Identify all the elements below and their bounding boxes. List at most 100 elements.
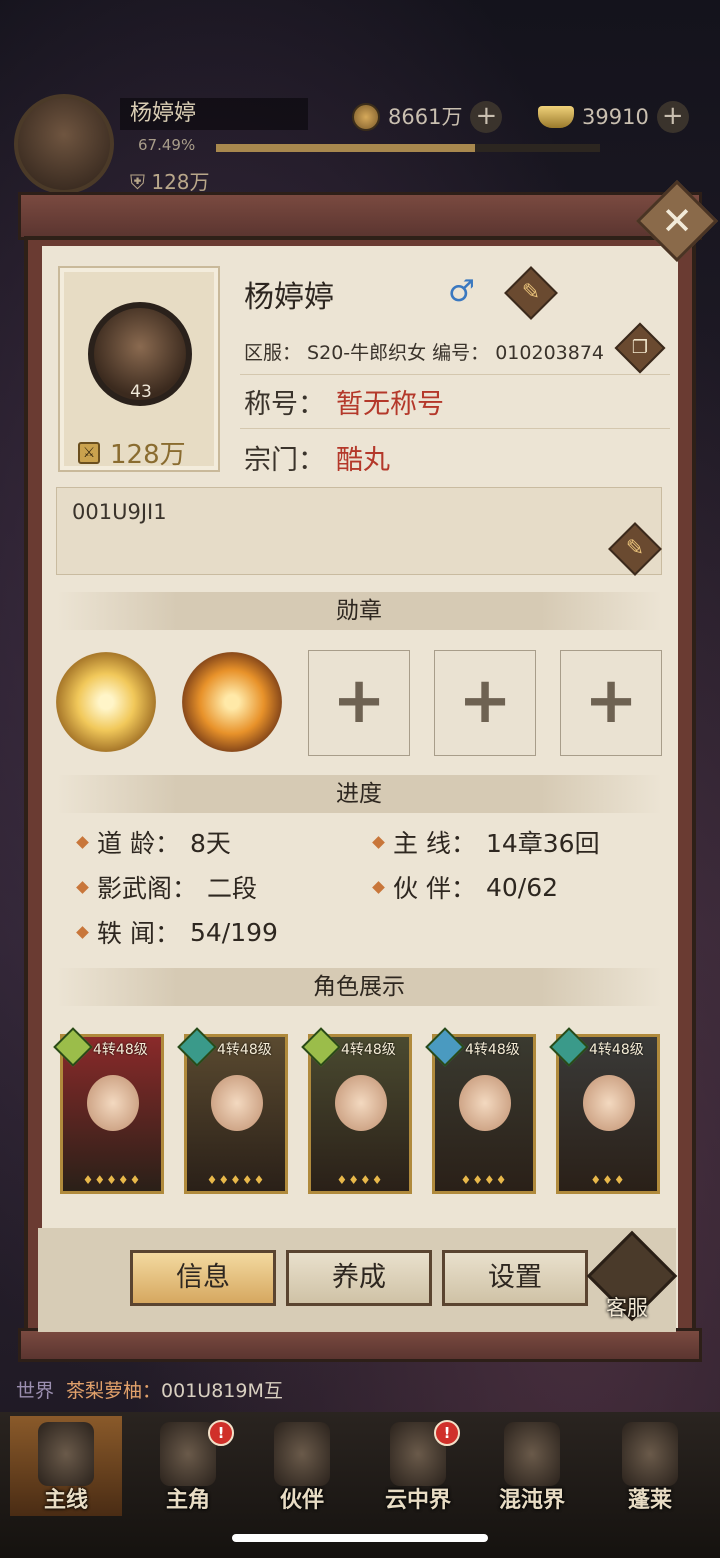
character-portrait — [211, 1075, 263, 1131]
progress-label: 主 线： — [393, 829, 476, 858]
nav-label: 混沌界 — [498, 1488, 565, 1513]
notification-badge: ! — [434, 1420, 460, 1446]
panel-top-frame — [18, 192, 702, 240]
top-hud: 杨婷婷 67.49% ⛨ 128万 8661万 + 39910 + — [0, 90, 720, 200]
character-stars: ♦♦♦♦ — [460, 1173, 508, 1187]
coin-value: 8661万 — [388, 105, 463, 129]
hud-power: ⛨ 128万 — [130, 166, 210, 195]
element-icon — [53, 1027, 93, 1067]
diamond-bullet-icon — [372, 880, 385, 894]
nav-penglai[interactable]: 蓬莱 — [594, 1416, 706, 1516]
coin-icon — [352, 103, 380, 131]
diamond-bullet-icon — [372, 835, 385, 849]
add-ingot-button[interactable]: + — [656, 101, 689, 133]
nav-hero[interactable]: 主角! — [132, 1416, 244, 1516]
medal-2[interactable] — [182, 652, 282, 752]
portrait-power: ⚔ 128万 — [78, 434, 186, 471]
hud-exp-percent: 67.49% — [138, 136, 196, 154]
character-portrait — [335, 1075, 387, 1131]
tab-develop[interactable]: 养成 — [286, 1250, 432, 1306]
notification-badge: ! — [208, 1420, 234, 1446]
tab-settings[interactable]: 设置 — [442, 1250, 588, 1306]
nav-label: 蓬莱 — [627, 1488, 672, 1513]
divider — [240, 428, 670, 429]
nav-partners[interactable]: 伙伴 — [246, 1416, 358, 1516]
sect-value[interactable]: 酷丸 — [336, 438, 390, 477]
character-level: 4转48级 — [217, 1042, 272, 1058]
medal-1[interactable] — [56, 652, 156, 752]
chat-channel-tag: 世界 — [16, 1380, 55, 1402]
power-shield-icon: ⚔ — [78, 441, 100, 464]
sect-label: 宗门： — [244, 445, 325, 476]
progress-label: 伙 伴： — [393, 874, 476, 903]
title-value[interactable]: 暂无称号 — [336, 382, 444, 421]
character-card[interactable]: 4转48级 ♦♦♦ — [549, 1027, 660, 1194]
character-card[interactable]: 4转48级 ♦♦♦♦♦ — [177, 1027, 288, 1194]
portrait-card[interactable]: 43 ⚔ 128万 — [58, 266, 220, 472]
portrait-level: 43 — [130, 382, 152, 402]
ingot-value: 39910 — [582, 105, 649, 129]
helmet-icon — [504, 1422, 560, 1486]
progress-label: 道 龄： — [97, 829, 180, 858]
character-card[interactable]: 4转48级 ♦♦♦♦ — [425, 1027, 536, 1194]
progress-value: 8天 — [189, 829, 231, 858]
plus-icon: + — [332, 664, 386, 738]
panel-bottom-frame — [18, 1328, 702, 1362]
player-avatar[interactable] — [14, 94, 114, 194]
hud-exp-fill — [216, 144, 476, 152]
partner-icon — [274, 1422, 330, 1486]
plus-icon: + — [458, 664, 512, 738]
progress-label: 轶 闻： — [97, 919, 180, 948]
signature-text: 001U9JI1 — [72, 500, 167, 524]
character-portrait — [459, 1075, 511, 1131]
character-card[interactable]: 4转48级 ♦♦♦♦♦ — [53, 1027, 164, 1194]
hud-exp-bar — [216, 144, 600, 152]
chat-message: 001U819M互 — [161, 1380, 283, 1402]
character-level: 4转48级 — [93, 1042, 148, 1058]
character-stars: ♦♦♦♦♦ — [206, 1173, 266, 1187]
crossed-swords-icon — [38, 1422, 94, 1486]
hud-player-name: 杨婷婷 — [120, 98, 308, 130]
nav-chaos-realm[interactable]: 混沌界 — [476, 1416, 588, 1516]
character-level: 4转48级 — [341, 1042, 396, 1058]
element-icon — [301, 1027, 341, 1067]
nav-label: 伙伴 — [279, 1488, 324, 1513]
progress-item: 道 龄： 8天 — [76, 824, 231, 860]
diamond-bullet-icon — [76, 835, 89, 849]
character-portrait — [87, 1075, 139, 1131]
close-icon: ✕ — [661, 199, 693, 243]
showcase-header: 角色展示 — [56, 968, 662, 1006]
ingot-icon — [538, 106, 574, 128]
nav-main-quest[interactable]: 主线 — [10, 1416, 122, 1516]
customer-service-label[interactable]: 客服 — [606, 1292, 648, 1322]
character-stars: ♦♦♦♦♦ — [82, 1173, 142, 1187]
immortal-icon — [622, 1422, 678, 1486]
tab-info[interactable]: 信息 — [130, 1250, 276, 1306]
nav-label: 主角 — [165, 1488, 210, 1513]
chat-sender: 茶梨萝柚： — [66, 1380, 162, 1402]
medal-slot-empty[interactable]: + — [308, 650, 410, 756]
progress-item: 轶 闻： 54/199 — [76, 914, 278, 950]
title-label: 称号： — [244, 389, 325, 420]
character-card[interactable]: 4转48级 ♦♦♦♦ — [301, 1027, 412, 1194]
world-chat-line[interactable]: 世界 茶梨萝柚：001U819M互 — [16, 1376, 283, 1403]
copy-icon: ❐ — [631, 337, 649, 358]
diamond-bullet-icon — [76, 925, 89, 939]
brush-icon: ✎ — [625, 536, 645, 561]
character-level: 4转48级 — [465, 1042, 520, 1058]
portrait-power-value: 128万 — [110, 440, 186, 470]
element-icon — [425, 1027, 465, 1067]
nav-cloud-realm[interactable]: 云中界! — [362, 1416, 474, 1516]
progress-value: 二段 — [207, 874, 258, 903]
character-level: 4转48级 — [589, 1042, 644, 1058]
home-indicator[interactable] — [232, 1534, 488, 1542]
element-icon — [177, 1027, 217, 1067]
nav-label: 云中界 — [384, 1488, 451, 1513]
add-coin-button[interactable]: + — [470, 101, 503, 133]
progress-item: 影武阁： 二段 — [76, 869, 258, 905]
progress-item: 伙 伴： 40/62 — [372, 869, 558, 905]
medal-slot-empty[interactable]: + — [434, 650, 536, 756]
progress-value: 54/199 — [189, 917, 278, 947]
ingot-counter: 39910 + — [538, 100, 689, 134]
medal-slot-empty[interactable]: + — [560, 650, 662, 756]
